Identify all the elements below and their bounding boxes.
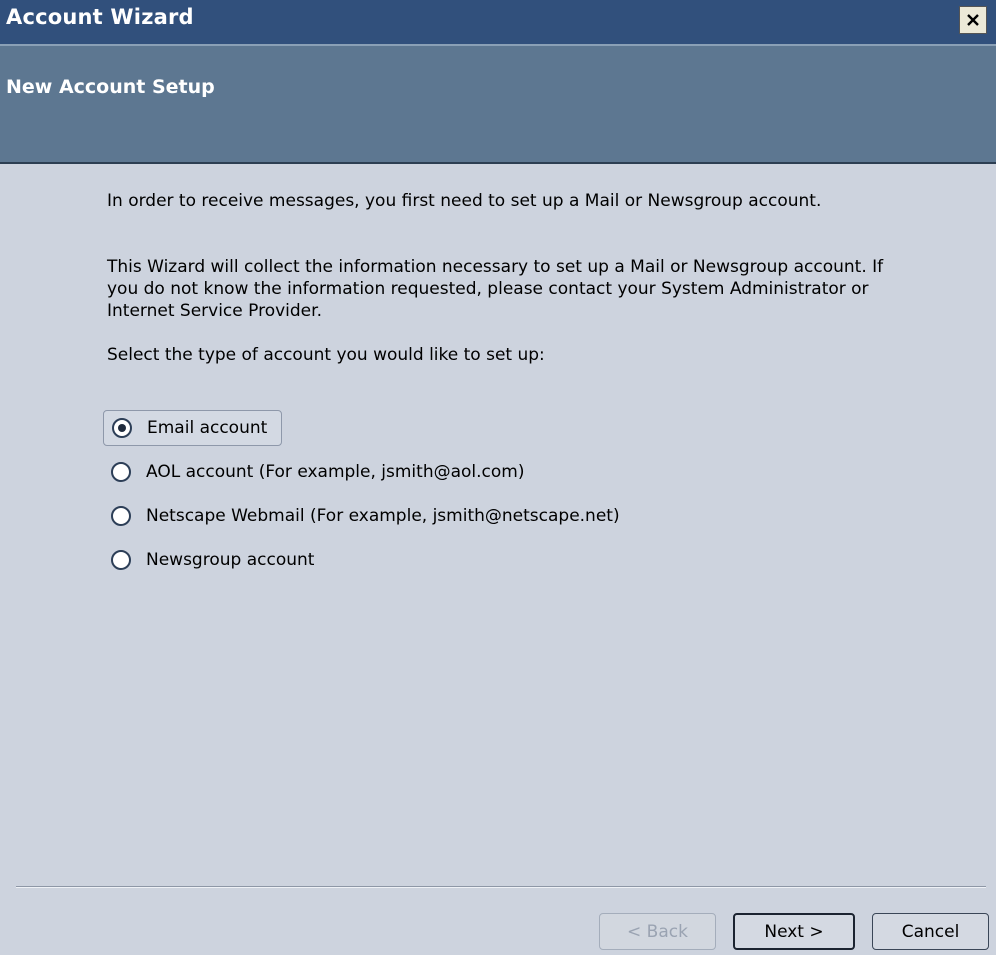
cancel-button[interactable]: Cancel [872,913,989,950]
close-button[interactable] [959,6,987,34]
radio-checked-icon[interactable] [112,418,132,438]
radio-label: Email account [147,418,268,438]
next-button[interactable]: Next > [733,913,855,950]
wizard-content: In order to receive messages, you first … [0,164,996,955]
title-bar: Account Wizard [0,0,996,44]
radio-label: Newsgroup account [146,550,315,570]
radio-unchecked-icon[interactable] [111,462,131,482]
intro-text: In order to receive messages, you first … [107,191,822,211]
radio-aol-account[interactable]: AOL account (For example, jsmith@aol.com… [103,454,524,490]
footer-separator [16,886,986,888]
close-icon [967,14,979,26]
radio-unchecked-icon[interactable] [111,550,131,570]
wizard-header: New Account Setup [0,44,996,164]
page-title: New Account Setup [6,76,215,98]
radio-netscape-webmail[interactable]: Netscape Webmail (For example, jsmith@ne… [103,498,620,534]
radio-label: Netscape Webmail (For example, jsmith@ne… [146,506,620,526]
radio-newsgroup-account[interactable]: Newsgroup account [103,542,314,578]
prompt-text: Select the type of account you would lik… [107,345,545,365]
radio-unchecked-icon[interactable] [111,506,131,526]
back-button[interactable]: < Back [599,913,716,950]
info-text: This Wizard will collect the information… [107,257,884,321]
window-title: Account Wizard [6,5,194,29]
radio-label: AOL account (For example, jsmith@aol.com… [146,462,525,482]
radio-email-account[interactable]: Email account [103,410,283,446]
